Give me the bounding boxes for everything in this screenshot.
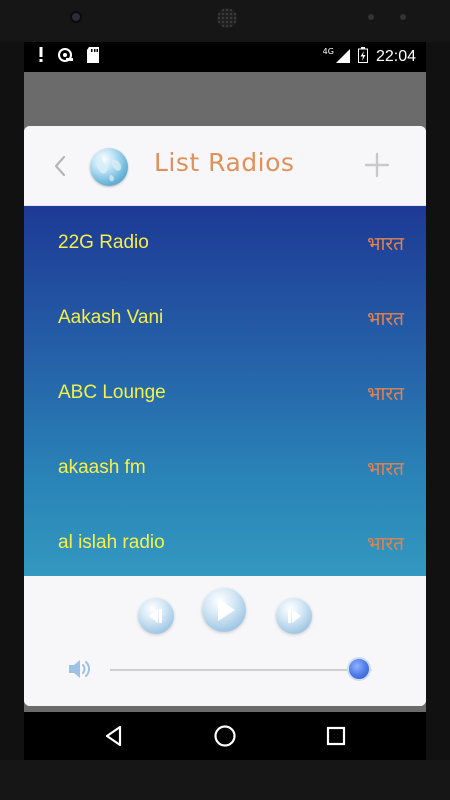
back-button[interactable] bbox=[50, 154, 70, 178]
next-icon bbox=[288, 609, 301, 623]
next-button[interactable] bbox=[276, 598, 312, 634]
clock: 22:04 bbox=[375, 48, 416, 65]
front-camera bbox=[70, 11, 82, 23]
nav-recents-icon bbox=[326, 726, 346, 746]
earpiece-speaker bbox=[217, 8, 237, 28]
list-item[interactable]: 22G Radio भारत bbox=[24, 206, 426, 281]
nav-recents-button[interactable] bbox=[322, 722, 350, 750]
battery-icon bbox=[357, 47, 368, 67]
alert-icon bbox=[38, 47, 44, 67]
page-title: List Radios bbox=[154, 148, 295, 177]
phone-bottom-bezel bbox=[0, 760, 450, 800]
dialog-header: List Radios bbox=[24, 126, 426, 206]
speaker-icon[interactable] bbox=[66, 656, 92, 682]
volume-slider-track[interactable] bbox=[110, 669, 372, 671]
chevron-left-icon bbox=[54, 155, 66, 177]
play-button[interactable] bbox=[202, 588, 246, 632]
player-controls bbox=[24, 576, 426, 706]
list-item[interactable]: ABC Lounge भारत bbox=[24, 356, 426, 431]
play-icon bbox=[218, 599, 235, 621]
globe-icon bbox=[90, 148, 128, 186]
headset-icon bbox=[56, 47, 74, 67]
nav-home-icon bbox=[214, 725, 236, 747]
radio-country: भारत bbox=[367, 233, 404, 255]
screen: 4G 22:04 List Radios 22G Radio भारत Aaka… bbox=[24, 42, 426, 760]
radio-name: ABC Lounge bbox=[58, 382, 166, 403]
radio-country: भारत bbox=[367, 533, 404, 555]
network-type-label: 4G bbox=[322, 46, 334, 56]
navigation-bar bbox=[24, 712, 426, 760]
nav-back-button[interactable] bbox=[100, 722, 128, 750]
volume-slider-thumb[interactable] bbox=[346, 657, 371, 681]
sd-card-icon bbox=[86, 47, 100, 67]
radio-list-dialog: List Radios 22G Radio भारत Aakash Vani भ… bbox=[24, 126, 426, 706]
list-item[interactable]: Aakash Vani भारत bbox=[24, 281, 426, 356]
radio-name: akaash fm bbox=[58, 457, 146, 478]
signal-icon bbox=[335, 48, 350, 67]
nav-back-icon bbox=[105, 725, 122, 747]
previous-button[interactable] bbox=[138, 598, 174, 634]
radio-name: Aakash Vani bbox=[58, 307, 164, 328]
radio-name: 22G Radio bbox=[58, 232, 149, 253]
add-radio-button[interactable] bbox=[364, 152, 390, 178]
list-item[interactable]: akaash fm भारत bbox=[24, 431, 426, 506]
light-sensor bbox=[400, 14, 406, 20]
radio-country: भारत bbox=[367, 458, 404, 480]
radio-list: 22G Radio भारत Aakash Vani भारत ABC Loun… bbox=[24, 206, 426, 576]
radio-country: भारत bbox=[367, 308, 404, 330]
phone-device: 4G 22:04 List Radios 22G Radio भारत Aaka… bbox=[0, 0, 450, 800]
plus-icon bbox=[364, 152, 390, 178]
volume-slider-fill bbox=[110, 669, 359, 671]
phone-top-bezel bbox=[0, 0, 450, 42]
status-bar: 4G 22:04 bbox=[24, 42, 426, 72]
proximity-sensor bbox=[368, 14, 374, 20]
previous-icon bbox=[149, 609, 162, 623]
list-item[interactable]: al islah radio भारत bbox=[24, 506, 426, 581]
radio-country: भारत bbox=[367, 383, 404, 405]
nav-home-button[interactable] bbox=[211, 722, 239, 750]
radio-name: al islah radio bbox=[58, 532, 165, 553]
